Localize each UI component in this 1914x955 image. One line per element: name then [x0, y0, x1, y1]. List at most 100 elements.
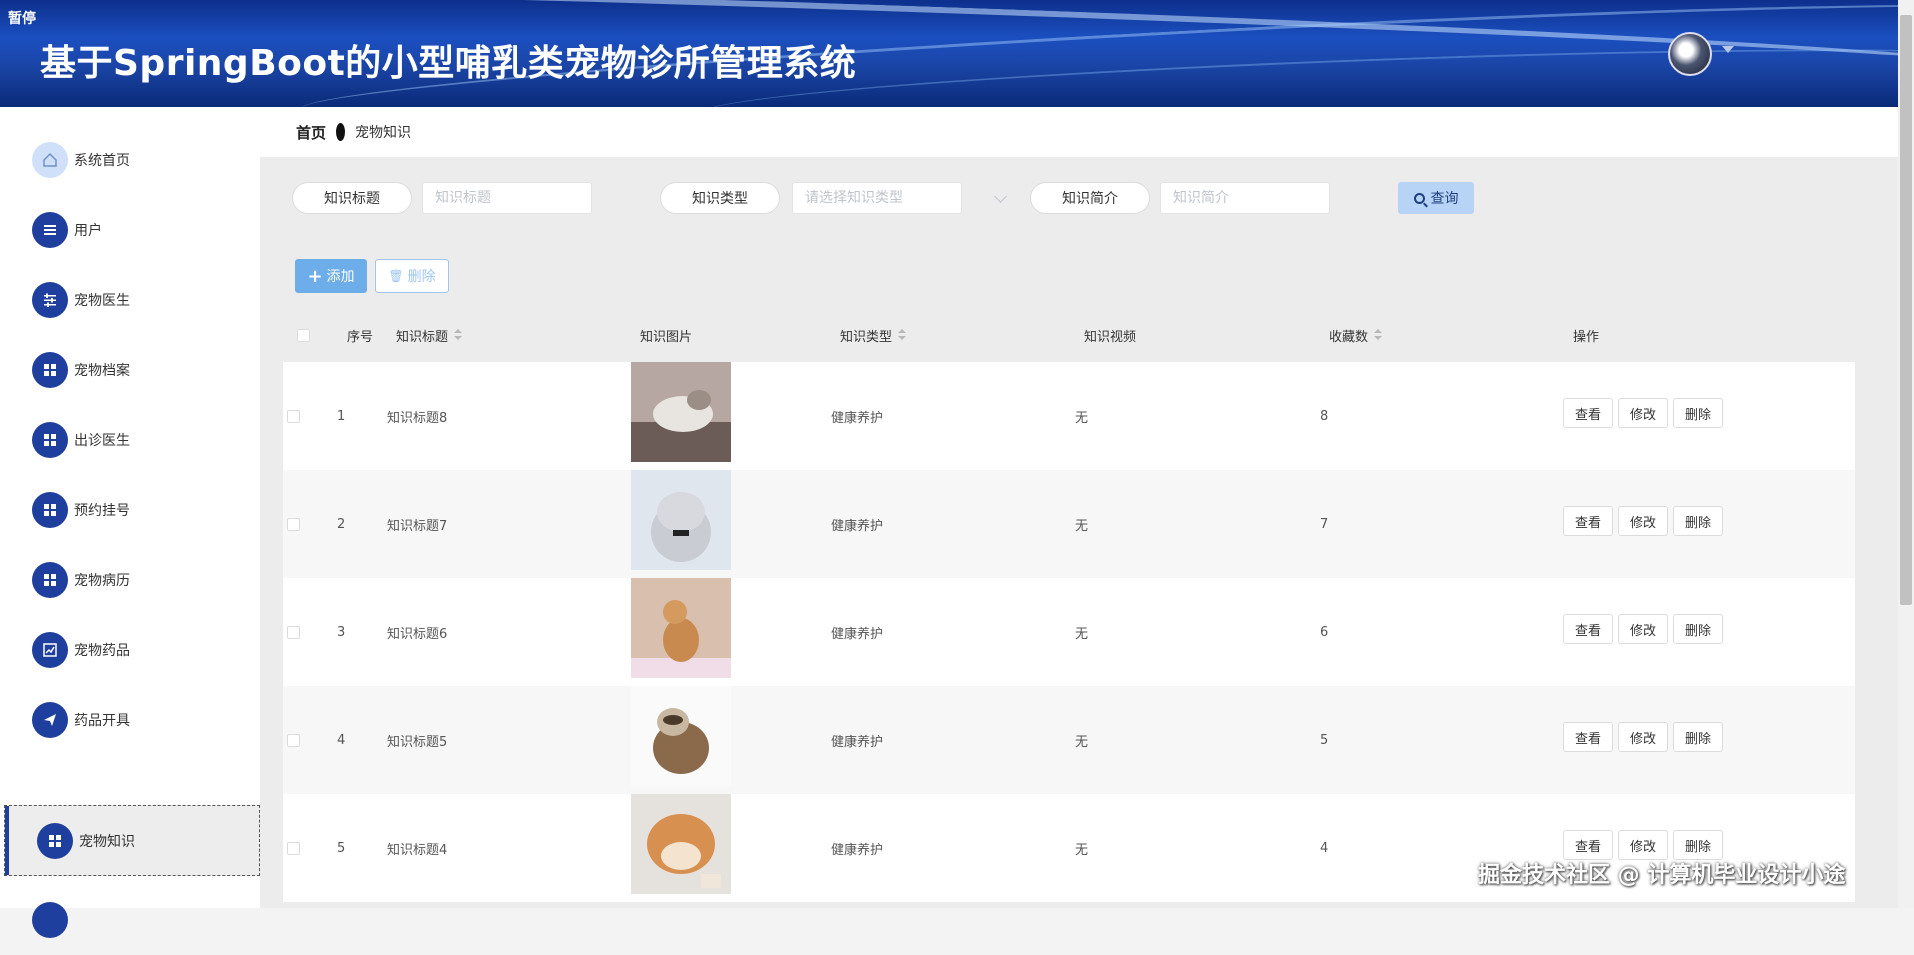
type-select[interactable] [792, 182, 962, 214]
delete-button[interactable]: 删除 [1673, 614, 1723, 644]
sidebar-item-label: 系统首页 [74, 153, 130, 169]
dog-photo [631, 578, 731, 678]
intro-search-label: 知识简介 [1030, 182, 1150, 214]
delete-button[interactable]: 删除 [1673, 506, 1723, 536]
sidebar-item-users[interactable]: 用户 [0, 195, 260, 265]
table-row: 4 知识标题5 健康养护 无 5 查看 修改 删除 [283, 686, 1855, 794]
column-header-label: 收藏数 [1329, 329, 1369, 345]
title-search-label: 知识标题 [292, 182, 412, 214]
trash-icon: 🗑 [388, 269, 404, 283]
view-button[interactable]: 查看 [1563, 722, 1613, 752]
title-search-input[interactable] [422, 182, 592, 214]
user-avatar[interactable] [1668, 32, 1712, 76]
row-type: 健康养护 [831, 626, 884, 642]
column-header-label: 知识类型 [840, 329, 893, 345]
grid-icon [32, 492, 68, 528]
row-type: 健康养护 [831, 734, 884, 750]
view-button[interactable]: 查看 [1563, 830, 1613, 860]
app-title: 基于SpringBoot的小型哺乳类宠物诊所管理系统 [40, 43, 857, 84]
column-header-type[interactable]: 知识类型 [840, 309, 907, 361]
bulk-delete-button-label: 删除 [407, 269, 436, 285]
row-title: 知识标题7 [387, 518, 448, 534]
sort-icon[interactable] [1374, 329, 1383, 341]
kitten-photo [631, 470, 731, 570]
view-button[interactable]: 查看 [1563, 506, 1613, 536]
sidebar-item-medical-history[interactable]: 宠物病历 [0, 545, 260, 615]
view-button[interactable]: 查看 [1563, 614, 1613, 644]
sort-icon[interactable] [898, 329, 907, 341]
bulk-delete-button[interactable]: 🗑 删除 [375, 259, 449, 293]
select-all-checkbox[interactable] [297, 309, 310, 361]
row-index: 4 [337, 732, 346, 748]
edit-button[interactable]: 修改 [1618, 722, 1668, 752]
row-title: 知识标题5 [387, 734, 448, 750]
edit-button[interactable]: 修改 [1618, 614, 1668, 644]
delete-button[interactable]: 删除 [1673, 722, 1723, 752]
row-favorites: 8 [1320, 408, 1329, 424]
row-favorites: 4 [1320, 840, 1329, 856]
row-checkbox[interactable] [287, 470, 300, 578]
sort-icon[interactable] [454, 329, 463, 341]
row-index: 1 [337, 408, 346, 424]
breadcrumb-separator-icon [336, 123, 346, 141]
row-checkbox[interactable] [287, 794, 300, 902]
query-button[interactable]: 查询 [1398, 182, 1474, 214]
column-header-favorites[interactable]: 收藏数 [1329, 309, 1383, 361]
breadcrumb: 首页 宠物知识 [260, 107, 1900, 157]
sidebar-item-medicine[interactable]: 宠物药品 [0, 615, 260, 685]
sidebar-item-label: 宠物档案 [74, 363, 130, 379]
intro-search-input[interactable] [1160, 182, 1330, 214]
sidebar: 系统首页 用户 宠物医生 宠物档案 出诊医生 预约挂号 宠物病历 宠物药品 药品… [0, 107, 260, 938]
row-type: 健康养护 [831, 842, 884, 858]
pause-label: 暂停 [8, 11, 36, 27]
table-header: 序号 知识标题 知识图片 知识类型 知识视频 收藏数 操作 [283, 309, 1855, 361]
row-video: 无 [1075, 842, 1089, 858]
scrollbar-thumb[interactable] [1900, 15, 1912, 605]
column-header-label: 知识标题 [396, 329, 449, 345]
sidebar-item-pet-doctor[interactable]: 宠物医生 [0, 265, 260, 335]
sidebar-item-visiting-doctor[interactable]: 出诊医生 [0, 405, 260, 475]
row-index: 3 [337, 624, 346, 640]
edit-button[interactable]: 修改 [1618, 398, 1668, 428]
delete-button[interactable]: 删除 [1673, 398, 1723, 428]
sidebar-item-label: 用户 [74, 223, 102, 239]
add-button-label: 添加 [326, 269, 355, 285]
cat-photo [631, 362, 731, 462]
grid-icon [32, 352, 68, 388]
shiba-photo [631, 794, 731, 894]
sidebar-item-prescription[interactable]: 药品开具 [0, 685, 260, 755]
sidebar-item-label: 出诊医生 [74, 433, 130, 449]
row-checkbox[interactable] [287, 686, 300, 794]
sidebar-item-appointment[interactable]: 预约挂号 [0, 475, 260, 545]
ferret-photo [631, 686, 731, 786]
chart-icon [32, 632, 68, 668]
home-icon [32, 142, 68, 178]
chevron-down-icon[interactable] [1722, 46, 1734, 53]
row-title: 知识标题4 [387, 842, 448, 858]
grid-icon [32, 902, 68, 938]
sidebar-item-pet-knowledge[interactable]: 宠物知识 [4, 805, 260, 876]
plus-icon: + [307, 265, 323, 287]
table-row: 3 知识标题6 健康养护 无 6 查看 修改 删除 [283, 578, 1855, 686]
column-header-title[interactable]: 知识标题 [396, 309, 463, 361]
column-header-index: 序号 [347, 329, 374, 345]
sidebar-item-home[interactable]: 系统首页 [0, 125, 260, 195]
view-button[interactable]: 查看 [1563, 398, 1613, 428]
sidebar-item-next[interactable] [0, 885, 260, 955]
sidebar-item-label: 宠物药品 [74, 643, 130, 659]
row-favorites: 7 [1320, 516, 1329, 532]
page-scrollbar[interactable] [1898, 0, 1914, 908]
edit-button[interactable]: 修改 [1618, 506, 1668, 536]
edit-button[interactable]: 修改 [1618, 830, 1668, 860]
row-checkbox[interactable] [287, 362, 300, 470]
sidebar-item-label: 宠物医生 [74, 293, 130, 309]
sidebar-item-pet-records[interactable]: 宠物档案 [0, 335, 260, 405]
add-button[interactable]: + 添加 [295, 259, 367, 293]
row-video: 无 [1075, 518, 1089, 534]
delete-button[interactable]: 删除 [1673, 830, 1723, 860]
send-icon [32, 702, 68, 738]
grid-icon [32, 562, 68, 598]
row-checkbox[interactable] [287, 578, 300, 686]
breadcrumb-current: 宠物知识 [355, 125, 412, 141]
breadcrumb-home[interactable]: 首页 [296, 122, 326, 143]
